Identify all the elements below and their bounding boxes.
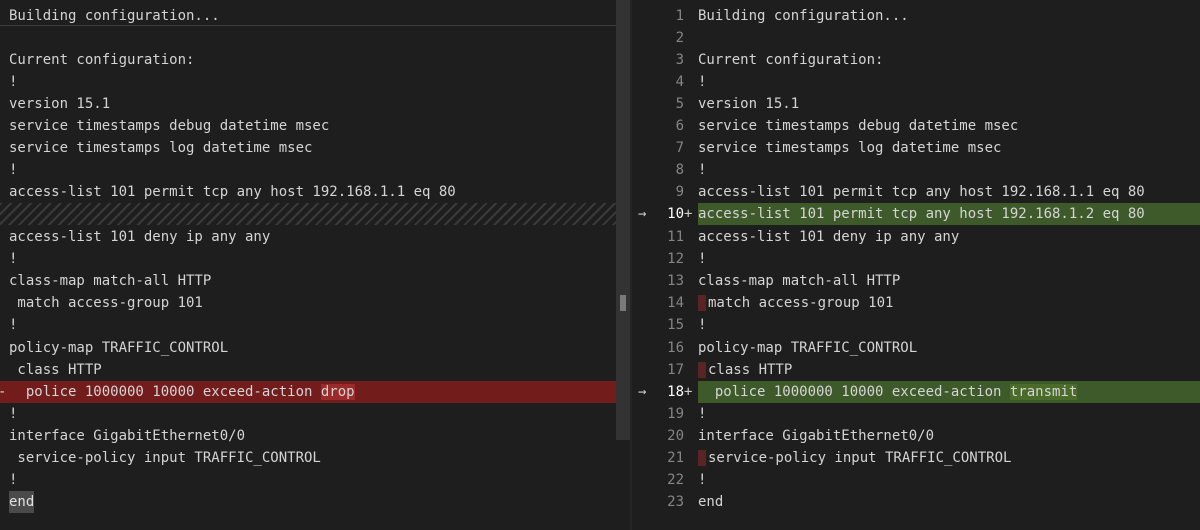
line-number: 15 xyxy=(667,317,684,333)
code-line[interactable]: 12! xyxy=(632,248,1200,270)
line-number: 13 xyxy=(667,273,684,289)
line-number: 2 xyxy=(675,30,684,46)
line-number: 4 xyxy=(675,74,684,90)
code-line[interactable]: 13 class-map match-all HTTP xyxy=(632,270,1200,292)
added-line-text: police 1000000 10000 exceed-action xyxy=(698,384,1010,400)
code-line[interactable]: match access-group 101 xyxy=(0,292,632,314)
code-line[interactable]: 2 xyxy=(632,27,1200,49)
original-editor-pane[interactable]: Building configuration... Current config… xyxy=(0,0,632,530)
plus-icon: + xyxy=(684,206,693,222)
line-number: 10 xyxy=(667,206,684,222)
line-number: 5 xyxy=(675,96,684,112)
line-number: 11 xyxy=(667,229,684,245)
line-number: 21 xyxy=(667,450,684,466)
code-line[interactable]: 15! xyxy=(632,314,1200,336)
code-line[interactable]: version 15.1 xyxy=(0,93,632,115)
line-number: 20 xyxy=(667,428,684,444)
code-line[interactable]: 1 Building configuration... xyxy=(632,5,1200,27)
line-number: 1 xyxy=(675,8,684,24)
code-line[interactable]: 4! xyxy=(632,71,1200,93)
code-line[interactable]: 11 access-list 101 deny ip any any xyxy=(632,226,1200,248)
code-line[interactable]: end xyxy=(0,491,632,513)
code-line[interactable]: access-list 101 permit tcp any host 192.… xyxy=(0,181,632,203)
code-line[interactable]: 6 service timestamps debug datetime msec xyxy=(632,115,1200,137)
line-number: 18 xyxy=(667,384,684,400)
modified-editor-pane[interactable]: 1 Building configuration... 2 3 Current co… xyxy=(632,0,1200,530)
line-number: 16 xyxy=(667,340,684,356)
change-gutter-mark xyxy=(698,295,706,311)
code-line[interactable] xyxy=(0,27,632,49)
line-number: 14 xyxy=(667,295,684,311)
code-line[interactable]: 5 version 15.1 xyxy=(632,93,1200,115)
added-code-line[interactable]: → 18 + police 1000000 10000 exceed-actio… xyxy=(632,381,1200,403)
added-word-highlight: transmit xyxy=(1009,384,1078,400)
code-line[interactable]: 23 end xyxy=(632,491,1200,513)
code-line[interactable]: 17 class HTTP xyxy=(632,359,1200,381)
code-line[interactable]: 19! xyxy=(632,403,1200,425)
code-line[interactable]: ! xyxy=(0,159,632,181)
plus-icon: + xyxy=(684,384,693,400)
code-line[interactable]: 16 policy-map TRAFFIC_CONTROL xyxy=(632,337,1200,359)
scrollbar-thumb[interactable] xyxy=(620,295,626,311)
line-number: 8 xyxy=(675,162,684,178)
code-line[interactable]: interface GigabitEthernet0/0 xyxy=(0,425,632,447)
deleted-code-line[interactable]: - police 1000000 10000 exceed-action dro… xyxy=(0,381,628,403)
line-number: 12 xyxy=(667,251,684,267)
code-line[interactable]: service timestamps debug datetime msec xyxy=(0,115,632,137)
added-code-line[interactable]: → 10 + access-list 101 permit tcp any ho… xyxy=(632,203,1200,225)
code-line[interactable]: service-policy input TRAFFIC_CONTROL xyxy=(0,447,632,469)
line-number: 23 xyxy=(667,494,684,510)
deleted-word-highlight: drop xyxy=(320,384,355,400)
arrow-right-icon[interactable]: → xyxy=(638,203,656,225)
deleted-line-text: police 1000000 10000 exceed-action xyxy=(9,384,321,400)
code-line[interactable]: 9 access-list 101 permit tcp any host 192… xyxy=(632,181,1200,203)
line-number: 22 xyxy=(667,472,684,488)
code-line[interactable]: ! xyxy=(0,71,632,93)
line-number: 3 xyxy=(675,52,684,68)
change-gutter-mark xyxy=(698,362,706,378)
code-line[interactable]: 21 service-policy input TRAFFIC_CONTROL xyxy=(632,447,1200,469)
deleted-line-marker: - xyxy=(0,381,6,403)
code-line[interactable]: class HTTP xyxy=(0,359,632,381)
code-line[interactable]: 8! xyxy=(632,159,1200,181)
code-line[interactable]: Current configuration: xyxy=(0,49,632,71)
line-number: 17 xyxy=(667,362,684,378)
diff-filler-placeholder xyxy=(0,203,628,225)
vertical-scrollbar-track[interactable] xyxy=(616,0,630,440)
change-gutter-mark xyxy=(698,450,706,466)
code-line[interactable]: 20 interface GigabitEthernet0/0 xyxy=(632,425,1200,447)
line-number: 9 xyxy=(675,184,684,200)
code-line[interactable]: class-map match-all HTTP xyxy=(0,270,632,292)
code-line[interactable]: access-list 101 deny ip any any xyxy=(0,226,632,248)
code-line[interactable]: ! xyxy=(0,469,632,491)
code-line[interactable]: 3 Current configuration: xyxy=(632,49,1200,71)
code-line[interactable]: 7 service timestamps log datetime msec xyxy=(632,137,1200,159)
line-number: 19 xyxy=(667,406,684,422)
line-number: 6 xyxy=(675,118,684,134)
code-line[interactable]: ! xyxy=(0,403,632,425)
code-line[interactable]: ! xyxy=(0,248,632,270)
code-line[interactable]: 22! xyxy=(632,469,1200,491)
code-line[interactable]: service timestamps log datetime msec xyxy=(0,137,632,159)
code-line[interactable]: ! xyxy=(0,314,632,336)
code-line[interactable]: 14 match access-group 101 xyxy=(632,292,1200,314)
code-line[interactable]: policy-map TRAFFIC_CONTROL xyxy=(0,337,632,359)
code-line[interactable]: Building configuration... xyxy=(0,5,632,27)
arrow-right-icon[interactable]: → xyxy=(638,381,656,403)
line-number: 7 xyxy=(675,140,684,156)
